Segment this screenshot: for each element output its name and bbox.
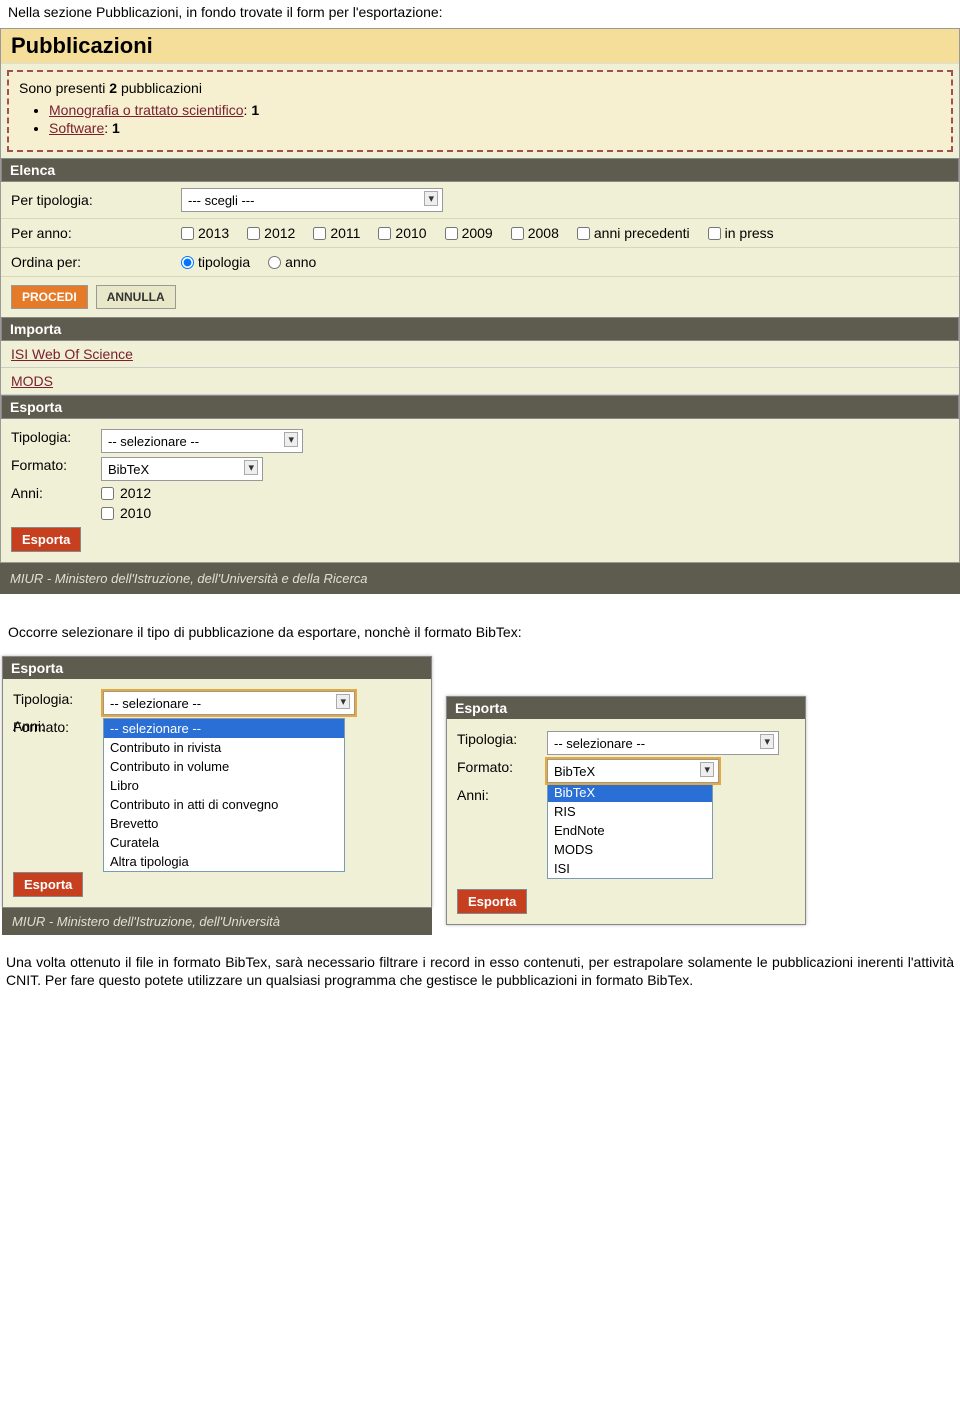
per-anno-label: Per anno:	[11, 225, 181, 241]
esporta-anno-2010[interactable]: 2010	[101, 505, 151, 521]
formato-dropdown-list[interactable]: BibTeX RIS EndNote MODS ISI	[547, 782, 713, 879]
tipologia-option-curatela[interactable]: Curatela	[104, 833, 344, 852]
year-check-2009[interactable]: 2009	[445, 225, 493, 241]
pubblicazioni-header: Pubblicazioni	[1, 29, 959, 64]
formato-option-bibtex[interactable]: BibTeX	[548, 783, 712, 802]
row-ordina: Ordina per: tipologia anno	[1, 248, 959, 277]
tipologia-option-brevetto[interactable]: Brevetto	[104, 814, 344, 833]
year-checkbox[interactable]	[247, 227, 260, 240]
esporta-examples-pair: Esporta Tipologia: -- selezionare -- For…	[0, 652, 960, 939]
row-per-tipologia: Per tipologia: --- scegli ---	[1, 182, 959, 219]
mini-right-tipologia-label: Tipologia:	[457, 731, 547, 747]
esporta-header: Esporta	[1, 395, 959, 419]
ordina-radio[interactable]	[181, 256, 194, 269]
per-tipologia-select[interactable]: --- scegli ---	[181, 188, 443, 212]
intro-text-2: Occorre selezionare il tipo di pubblicaz…	[0, 594, 960, 652]
ordina-radio[interactable]	[268, 256, 281, 269]
mini-panel-tipologia: Esporta Tipologia: -- selezionare -- For…	[2, 656, 432, 908]
importa-link-isi: ISI Web Of Science	[1, 341, 959, 368]
esporta-tipologia-value: -- selezionare --	[108, 434, 199, 449]
isi-link[interactable]: ISI Web Of Science	[11, 346, 133, 362]
pub-type-count: 1	[112, 120, 120, 136]
esporta-anno-checkbox[interactable]	[101, 487, 114, 500]
year-checkbox[interactable]	[378, 227, 391, 240]
mini-right-formato-label: Formato:	[457, 759, 547, 775]
importa-link-mods: MODS	[1, 368, 959, 395]
mini-left-tipologia-label: Tipologia:	[13, 691, 103, 707]
pubblicazioni-summary-box: Sono presenti 2 pubblicazioni Monografia…	[7, 70, 953, 152]
esporta-anni-label: Anni:	[11, 485, 101, 501]
tipologia-option-convegno[interactable]: Contributo in atti di convegno	[104, 795, 344, 814]
mini-right-anni-label: Anni:	[457, 787, 547, 803]
mini-left-anni-label: Anni:	[13, 718, 103, 734]
year-check-2010[interactable]: 2010	[378, 225, 426, 241]
ordina-radio-anno[interactable]: anno	[268, 254, 316, 270]
year-checkbox[interactable]	[577, 227, 590, 240]
mini-left-footer: MIUR - Ministero dell'Istruzione, dell'U…	[2, 908, 432, 935]
miur-footer: MIUR - Ministero dell'Istruzione, dell'U…	[0, 563, 960, 594]
procedi-button[interactable]: PROCEDI	[11, 285, 88, 309]
mini-left-esporta-button[interactable]: Esporta	[13, 872, 83, 897]
year-checkbox[interactable]	[708, 227, 721, 240]
mods-link[interactable]: MODS	[11, 373, 53, 389]
formato-option-endnote[interactable]: EndNote	[548, 821, 712, 840]
esporta-anno-2012[interactable]: 2012	[101, 485, 151, 501]
pub-type-link-monografia[interactable]: Monografia o trattato scientifico	[49, 102, 244, 118]
mini-right-tipologia-select[interactable]: -- selezionare --	[547, 731, 779, 755]
elenca-header: Elenca	[1, 158, 959, 182]
pubblicazioni-summary-line: Sono presenti 2 pubblicazioni	[19, 80, 941, 96]
tipologia-option-altra[interactable]: Altra tipologia	[104, 852, 344, 871]
pub-type-link-software[interactable]: Software	[49, 120, 104, 136]
tipologia-dropdown-list[interactable]: -- selezionare -- Contributo in rivista …	[103, 718, 345, 872]
tipologia-option-selezionare[interactable]: -- selezionare --	[104, 719, 344, 738]
year-check-2013[interactable]: 2013	[181, 225, 229, 241]
esporta-anno-checkbox[interactable]	[101, 507, 114, 520]
tipologia-option-rivista[interactable]: Contributo in rivista	[104, 738, 344, 757]
year-checkbox[interactable]	[511, 227, 524, 240]
importa-header: Importa	[1, 317, 959, 341]
intro-text-1: Nella sezione Pubblicazioni, in fondo tr…	[0, 0, 960, 28]
formato-option-isi[interactable]: ISI	[548, 859, 712, 878]
esporta-button[interactable]: Esporta	[11, 527, 81, 552]
esporta-tipologia-select[interactable]: -- selezionare --	[101, 429, 303, 453]
ordina-radio-tipologia[interactable]: tipologia	[181, 254, 250, 270]
esporta-tipologia-label: Tipologia:	[11, 429, 101, 445]
tipologia-option-volume[interactable]: Contributo in volume	[104, 757, 344, 776]
esporta-formato-select[interactable]: BibTeX	[101, 457, 263, 481]
year-check-precedenti[interactable]: anni precedenti	[577, 225, 690, 241]
mini-left-tipologia-select[interactable]: -- selezionare --	[103, 691, 355, 715]
year-check-inpress[interactable]: in press	[708, 225, 774, 241]
formato-option-ris[interactable]: RIS	[548, 802, 712, 821]
row-per-anno: Per anno: 2013 2012 2011 2010 2009 2008 …	[1, 219, 959, 248]
year-checkbox[interactable]	[445, 227, 458, 240]
pub-type-count: 1	[251, 102, 259, 118]
mini-right-formato-select[interactable]: BibTeX	[547, 759, 719, 783]
annulla-button[interactable]: ANNULLA	[96, 285, 176, 309]
esporta-formato-label: Formato:	[11, 457, 101, 473]
year-checkbox[interactable]	[181, 227, 194, 240]
esporta-formato-value: BibTeX	[108, 462, 149, 477]
pub-type-item: Software: 1	[49, 120, 941, 136]
per-tipologia-label: Per tipologia:	[11, 192, 181, 208]
final-paragraph: Una volta ottenuto il file in formato Bi…	[0, 939, 960, 1009]
year-check-2011[interactable]: 2011	[313, 225, 360, 241]
pub-type-item: Monografia o trattato scientifico: 1	[49, 102, 941, 118]
elenca-button-bar: PROCEDI ANNULLA	[1, 277, 959, 317]
pubblicazioni-panel: Pubblicazioni Sono presenti 2 pubblicazi…	[0, 28, 960, 563]
mini-panel-formato: Esporta Tipologia: -- selezionare -- For…	[446, 696, 806, 925]
mini-right-header: Esporta	[447, 697, 805, 719]
per-tipologia-value: --- scegli ---	[188, 193, 254, 208]
summary-prefix: Sono presenti	[19, 80, 109, 96]
year-checkbox[interactable]	[313, 227, 326, 240]
mini-right-esporta-button[interactable]: Esporta	[457, 889, 527, 914]
esporta-body: Tipologia: -- selezionare -- Formato: Bi…	[1, 419, 959, 562]
ordina-label: Ordina per:	[11, 254, 181, 270]
year-check-2012[interactable]: 2012	[247, 225, 295, 241]
formato-option-mods[interactable]: MODS	[548, 840, 712, 859]
mini-left-header: Esporta	[3, 657, 431, 679]
year-check-2008[interactable]: 2008	[511, 225, 559, 241]
summary-count: 2	[109, 80, 117, 96]
summary-suffix: pubblicazioni	[117, 80, 202, 96]
tipologia-option-libro[interactable]: Libro	[104, 776, 344, 795]
